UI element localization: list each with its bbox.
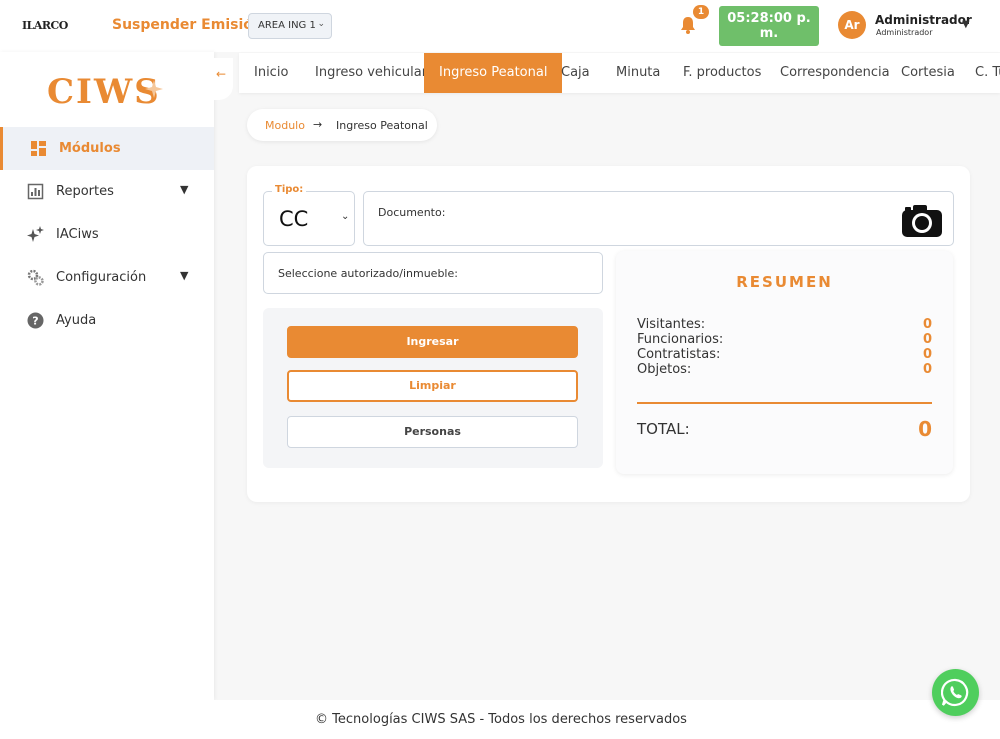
resumen-row-objetos: Objetos: 0: [637, 362, 932, 377]
tab-f-productos[interactable]: F. productos: [668, 53, 776, 93]
clock-display: 05:28:00 p. m.: [719, 6, 819, 46]
caret-down-icon[interactable]: ▼: [180, 183, 188, 196]
sparkle-icon: [27, 226, 44, 242]
chevron-down-icon: ⌄: [341, 211, 350, 222]
tipo-select[interactable]: CC ⌄: [263, 191, 355, 246]
sidebar-item-configuracion[interactable]: Configuración ▼: [0, 256, 214, 299]
suspend-emission-link[interactable]: Suspender Emisión: [112, 17, 263, 33]
tab-c-tu[interactable]: C. Tu: [960, 53, 1000, 93]
tab-correspondencia[interactable]: Correspondencia: [765, 53, 905, 93]
autorizado-inmueble-select[interactable]: Seleccione autorizado/inmueble:: [263, 252, 603, 294]
top-bar: ILARCO Suspender Emisión AREA ING 1 ⌄ 1 …: [0, 0, 1000, 52]
sparkle-icon: [145, 80, 163, 98]
report-icon: [27, 183, 44, 200]
sidebar-item-label: Ayuda: [56, 313, 97, 328]
resumen-row-funcionarios: Funcionarios: 0: [637, 332, 932, 347]
camera-icon[interactable]: [901, 204, 943, 238]
resumen-total-value: 0: [918, 417, 932, 441]
user-name[interactable]: Administrador: [875, 13, 972, 27]
sidebar-item-modulos[interactable]: Módulos: [0, 127, 214, 170]
sidebar-item-label: Módulos: [59, 141, 121, 156]
sidebar-item-label: Configuración: [56, 270, 147, 285]
bell-icon[interactable]: [678, 15, 698, 35]
footer: © Tecnologías CIWS SAS - Todos los derec…: [0, 700, 1000, 739]
resumen-value: 0: [922, 362, 932, 377]
tab-ingreso-vehicular[interactable]: Ingreso vehicular: [300, 53, 442, 93]
tab-caja[interactable]: Caja: [546, 53, 605, 93]
personas-button[interactable]: Personas: [287, 416, 578, 448]
sidebar-item-label: IACiws: [56, 227, 99, 242]
breadcrumb: Modulo → Ingreso Peatonal: [247, 109, 437, 141]
tab-cortesia[interactable]: Cortesia: [886, 53, 970, 93]
resumen-label: Objetos:: [637, 362, 692, 377]
arrow-right-icon: →: [313, 118, 323, 131]
sidebar: CIWS Módulos Reportes ▼ IACiws Configura…: [0, 52, 214, 700]
avatar[interactable]: Ar: [838, 11, 866, 39]
resumen-row-contratistas: Contratistas: 0: [637, 347, 932, 362]
documento-field[interactable]: Documento:: [363, 191, 954, 246]
clock-time-line2: m.: [759, 26, 779, 41]
area-select[interactable]: AREA ING 1 ⌄: [248, 13, 332, 39]
grid-icon: [31, 141, 46, 156]
whatsapp-icon: [941, 678, 969, 707]
resumen-value: 0: [922, 332, 932, 347]
resumen-label: Visitantes:: [637, 317, 706, 332]
actions-panel: Ingresar Limpiar Personas: [263, 308, 603, 468]
documento-label: Documento:: [378, 206, 446, 219]
sidebar-item-reportes[interactable]: Reportes ▼: [0, 170, 214, 213]
clock-time-line1: 05:28:00 p.: [727, 11, 811, 26]
resumen-label: Contratistas:: [637, 347, 721, 362]
divider: [637, 402, 932, 404]
user-role: Administrador: [876, 28, 933, 37]
autorizado-inmueble-label: Seleccione autorizado/inmueble:: [278, 267, 458, 280]
module-tabs: Inicio Ingreso vehicular Ingreso Peatona…: [239, 53, 1000, 93]
chevron-down-icon: ⌄: [317, 19, 325, 29]
tipo-select-value: CC: [279, 207, 309, 231]
breadcrumb-root-link[interactable]: Modulo: [265, 119, 305, 132]
tipo-label: Tipo:: [272, 184, 307, 195]
tab-inicio[interactable]: Inicio: [239, 53, 303, 93]
resumen-title: RESUMEN: [736, 273, 833, 291]
limpiar-button[interactable]: Limpiar: [287, 370, 578, 402]
resumen-label: Funcionarios:: [637, 332, 724, 347]
ingresar-button[interactable]: Ingresar: [287, 326, 578, 358]
resumen-total-label: TOTAL:: [637, 420, 690, 438]
sidebar-item-ayuda[interactable]: ? Ayuda: [0, 299, 214, 342]
breadcrumb-current: Ingreso Peatonal: [336, 119, 428, 132]
arrow-left-icon: ←: [216, 67, 227, 81]
company-logo: ILARCO: [22, 19, 68, 32]
tab-minuta[interactable]: Minuta: [601, 53, 675, 93]
caret-down-icon[interactable]: ▼: [962, 19, 970, 30]
gears-icon: [27, 269, 44, 286]
sidebar-collapse-button[interactable]: ←: [213, 58, 233, 100]
area-select-value: AREA ING 1: [258, 20, 316, 31]
resumen-row-visitantes: Visitantes: 0: [637, 317, 932, 332]
tab-ingreso-peatonal[interactable]: Ingreso Peatonal: [424, 53, 563, 93]
sidebar-item-iaciws[interactable]: IACiws: [0, 213, 214, 256]
ingreso-peatonal-card: CC ⌄ Tipo: Documento: Seleccione autoriz…: [247, 166, 970, 502]
svg-text:?: ?: [32, 315, 38, 328]
sidebar-item-label: Reportes: [56, 184, 114, 199]
whatsapp-button[interactable]: [932, 669, 979, 716]
help-icon: ?: [27, 312, 44, 329]
resumen-panel: RESUMEN Visitantes: 0 Funcionarios: 0 Co…: [616, 251, 953, 474]
resumen-value: 0: [922, 347, 932, 362]
caret-down-icon[interactable]: ▼: [180, 269, 188, 282]
resumen-value: 0: [922, 317, 932, 332]
notification-badge: 1: [693, 5, 709, 19]
